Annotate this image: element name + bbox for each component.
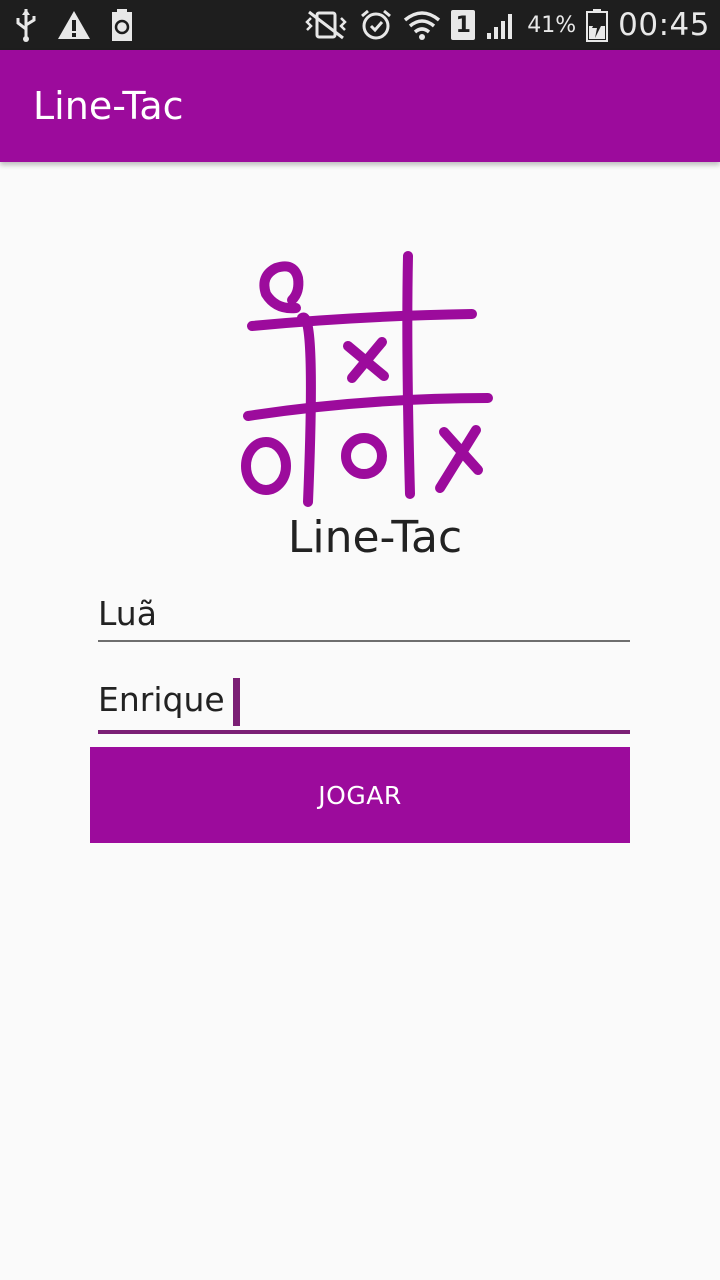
- play-button[interactable]: JOGAR: [90, 747, 630, 843]
- player1-name-value: Luã: [98, 594, 157, 633]
- vibrate-icon: [303, 10, 349, 40]
- wifi-icon: [403, 8, 441, 42]
- text-cursor: [232, 678, 240, 726]
- app-bar-title: Line-Tac: [33, 84, 184, 128]
- alarm-icon: [359, 8, 393, 42]
- status-bar: 1 41% 00:45: [0, 0, 720, 50]
- signal-icon: [485, 9, 517, 41]
- logo-title: Line-Tac: [287, 512, 463, 563]
- player1-name-field[interactable]: Luã: [98, 588, 630, 642]
- battery-percent: 41%: [527, 12, 577, 38]
- tic-tac-toe-logo-icon: [236, 248, 500, 510]
- warning-icon: [56, 9, 92, 41]
- player2-name-value: Enrique: [98, 680, 225, 719]
- player2-name-field[interactable]: Enrique: [98, 674, 630, 734]
- clock: 00:45: [618, 7, 710, 43]
- battery-icon: [586, 8, 609, 42]
- usb-icon: [14, 7, 38, 43]
- battery-saver-icon: [110, 8, 134, 42]
- app-bar: Line-Tac: [0, 50, 720, 162]
- sim-icon: 1: [451, 10, 476, 40]
